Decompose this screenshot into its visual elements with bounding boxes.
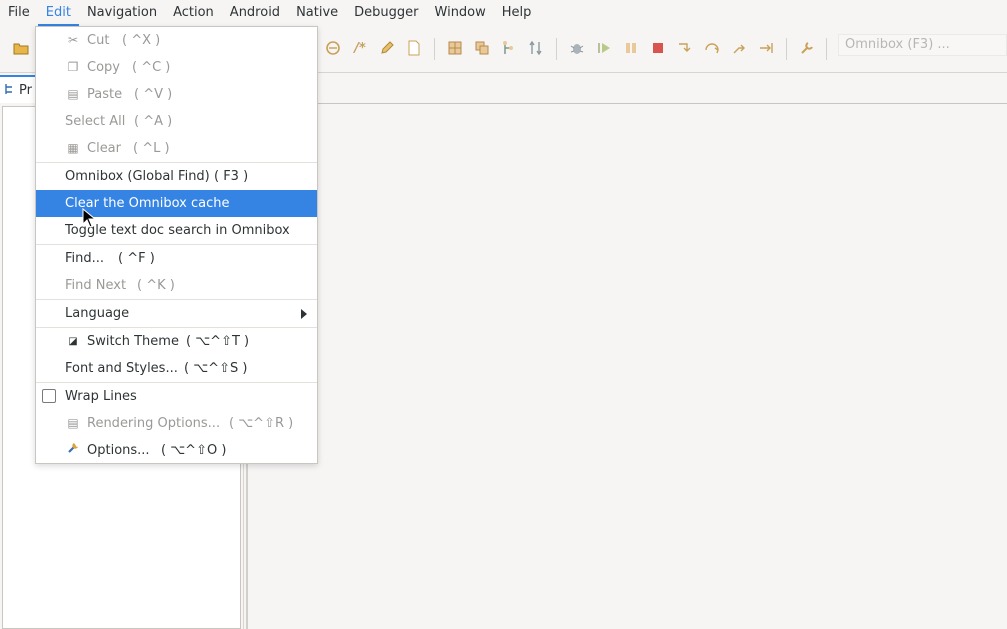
edit-menu-dropdown: ✂ Cut ( ^X ) ❐ Copy ( ^C ) ▤ Paste ( ^V … [35,26,318,464]
resume-icon[interactable] [595,39,613,57]
grid-icon[interactable] [446,39,464,57]
document-icon[interactable] [405,39,423,57]
menu-item-rendering-options[interactable]: ▤ Rendering Options... ( ⌥^⇧R ) [36,410,317,437]
menu-android[interactable]: Android [222,0,288,26]
project-explorer-tab-label: Pr [19,82,32,98]
menu-navigation[interactable]: Navigation [79,0,165,26]
menu-item-paste[interactable]: ▤ Paste ( ^V ) [36,81,317,108]
menu-item-cut[interactable]: ✂ Cut ( ^X ) [36,27,317,54]
debug-bug-icon[interactable] [568,39,586,57]
xref-icon[interactable] [527,39,545,57]
tree-icon[interactable] [499,39,517,57]
menu-item-language[interactable]: Language [36,300,317,327]
menu-item-switch-theme[interactable]: ◪ Switch Theme ( ⌥^⇧T ) [36,328,317,355]
menu-debugger[interactable]: Debugger [346,0,426,26]
hierarchy-icon[interactable] [473,39,491,57]
settings-wrench-icon[interactable] [798,39,816,57]
menu-item-wrap-lines[interactable]: Wrap Lines [36,383,317,410]
menubar: File Edit Navigation Action Android Nati… [0,0,1007,26]
menu-item-select-all[interactable]: Select All ( ^A ) [36,108,317,135]
menu-item-omnibox-find[interactable]: Omnibox (Global Find) ( F3 ) [36,163,317,190]
menu-item-find-next[interactable]: Find Next ( ^K ) [36,272,317,299]
menu-item-copy[interactable]: ❐ Copy ( ^C ) [36,54,317,81]
comment-icon[interactable]: /* [351,39,369,57]
step-out-icon[interactable] [730,39,748,57]
wrap-lines-checkbox[interactable] [42,389,56,403]
pause-icon[interactable] [622,39,640,57]
menu-item-clear-omnibox-cache[interactable]: Clear the Omnibox cache [36,190,317,217]
menu-item-options[interactable]: Options... ( ⌥^⇧O ) [36,437,317,464]
menu-item-clear[interactable]: ▦ Clear ( ^L ) [36,135,317,162]
menu-file[interactable]: File [0,0,38,26]
theme-icon: ◪ [68,336,78,347]
mouse-pointer-icon [82,208,96,228]
menu-item-toggle-text-doc-search[interactable]: Toggle text doc search in Omnibox [36,217,317,244]
project-explorer-tab[interactable]: Pr [0,75,38,103]
step-over-icon[interactable] [703,39,721,57]
step-into-icon[interactable] [676,39,694,57]
menu-native[interactable]: Native [288,0,346,26]
submenu-arrow-icon [301,309,307,319]
menu-action[interactable]: Action [165,0,222,26]
editor-area-border [248,103,1007,104]
menu-window[interactable]: Window [427,0,494,26]
menu-edit[interactable]: Edit [37,0,80,26]
project-tree-icon [4,83,15,98]
open-folder-icon[interactable] [12,39,30,57]
menu-item-find[interactable]: Find... ( ^F ) [36,245,317,272]
run-to-line-icon[interactable] [757,39,775,57]
paste-clipboard-icon: ▤ [67,87,79,101]
rename-pencil-icon[interactable] [378,39,396,57]
rendering-options-icon: ▤ [67,416,79,430]
copy-icon: ❐ [67,60,79,74]
menu-help[interactable]: Help [494,0,540,26]
omnibox-input[interactable]: Omnibox (F3) ... [838,34,1007,56]
wrench-icon [66,437,80,464]
clear-icon: ▦ [67,141,79,155]
stop-icon[interactable] [649,39,667,57]
scissors-icon: ✂ [67,33,79,47]
menu-item-font-and-styles[interactable]: Font and Styles... ( ⌥^⇧S ) [36,355,317,382]
decompile-icon[interactable] [324,39,342,57]
